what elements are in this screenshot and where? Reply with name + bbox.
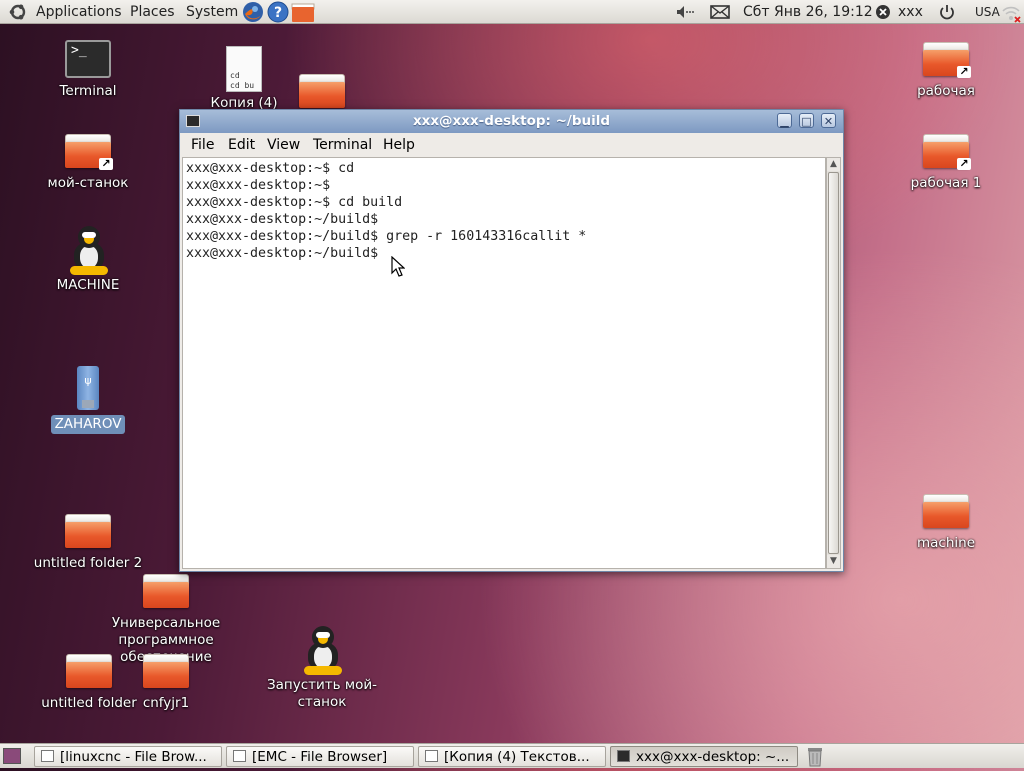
file-preview-line: cd bu <box>230 81 255 90</box>
maximize-button[interactable]: □ <box>799 113 814 128</box>
desktop-icon-untitled-folder-2[interactable]: untitled folder 2 <box>26 514 150 572</box>
desktop-icon-label: рабочая 1 <box>910 175 982 191</box>
taskbar-item-terminal[interactable]: xxx@xxx-desktop: ~... <box>610 746 798 767</box>
show-desktop-icon[interactable] <box>3 748 21 764</box>
window-title: xxx@xxx-desktop: ~/build <box>412 113 611 129</box>
mail-icon[interactable] <box>710 0 730 24</box>
power-icon[interactable] <box>937 0 957 24</box>
taskbar-item-emc[interactable]: [EMC - File Browser] <box>226 746 414 767</box>
desktop-icon-label: рабочая <box>917 83 975 99</box>
menu-file[interactable]: File <box>191 133 214 157</box>
terminal-text-area[interactable]: xxx@xxx-desktop:~$ cd xxx@xxx-desktop:~$… <box>182 157 826 569</box>
desktop-icon-machine-launcher[interactable]: MACHINE <box>40 226 136 294</box>
folder-icon <box>66 654 112 688</box>
desktop-icon-label: cnfyjr1 <box>142 695 190 711</box>
desktop-icon-label: machine <box>916 535 975 551</box>
folder-link-icon: ↗ <box>65 134 113 170</box>
taskbar-item-label: [EMC - File Browser] <box>252 749 388 765</box>
desktop-icon-rabochaya-1[interactable]: ↗ рабочая 1 <box>898 134 994 192</box>
desktop-icon-label: Terminal <box>59 83 117 99</box>
desktop-icon-label: MACHINE <box>56 277 120 293</box>
menu-help[interactable]: Help <box>383 133 415 157</box>
help-icon[interactable]: ? <box>267 0 289 24</box>
home-folder-icon[interactable] <box>291 0 315 24</box>
folder-icon <box>143 574 189 608</box>
scroll-down-arrow-icon[interactable]: ▼ <box>827 555 840 568</box>
volume-icon[interactable] <box>674 0 696 24</box>
scrollbar-thumb[interactable] <box>828 172 839 554</box>
desktop-icon-terminal[interactable]: >_ Terminal <box>40 40 136 100</box>
desktop-icon-moy-stanok[interactable]: ↗ мой-станок <box>30 134 146 192</box>
folder-icon <box>299 74 345 108</box>
terminal-window[interactable]: xxx@xxx-desktop: ~/build ▁ □ ✕ File Edit… <box>179 109 844 572</box>
menu-terminal[interactable]: Terminal <box>313 133 372 157</box>
taskbar-item-label: xxx@xxx-desktop: ~... <box>636 749 790 765</box>
file-preview-line: cd <box>230 71 240 80</box>
terminal-icon <box>617 750 630 762</box>
folder-link-icon: ↗ <box>923 134 971 170</box>
folder-icon <box>923 494 969 528</box>
menu-view[interactable]: View <box>267 133 300 157</box>
text-editor-icon <box>425 750 438 762</box>
keyboard-layout[interactable]: USA <box>975 0 1000 24</box>
clock[interactable]: Сбт Янв 26, 19:12 <box>743 0 873 24</box>
desktop-icon-folder-hidden[interactable] <box>274 74 370 108</box>
svg-text:?: ? <box>274 5 282 21</box>
desktop-icon-machine-folder[interactable]: machine <box>898 494 994 552</box>
close-button[interactable]: ✕ <box>821 113 836 128</box>
desktop-icon-run-stanok[interactable]: Запустить мой-станок <box>262 626 382 711</box>
scroll-up-arrow-icon[interactable]: ▲ <box>827 158 840 171</box>
user-name[interactable]: xxx <box>898 0 923 24</box>
taskbar-item-text-editor[interactable]: [Копия (4) Текстов... <box>418 746 606 767</box>
desktop-icon-label: мой-станок <box>47 175 129 191</box>
usb-drive-icon: ψ <box>77 366 99 410</box>
desktop-icon-label: Запустить мой-станок <box>266 677 377 710</box>
desktop-icon-rabochaya[interactable]: ↗ рабочая <box>898 42 994 100</box>
network-icon[interactable] <box>1001 0 1021 24</box>
file-browser-icon <box>233 750 246 762</box>
folder-link-icon: ↗ <box>923 42 971 78</box>
desktop-icon-label: untitled folder 2 <box>33 555 143 571</box>
folder-icon <box>65 514 111 548</box>
applications-menu[interactable]: Applications <box>34 0 124 24</box>
terminal-app-icon: >_ <box>65 40 111 78</box>
user-status-icon[interactable] <box>874 0 892 24</box>
taskbar-item-linuxcnc[interactable]: [linuxcnc - File Brow... <box>34 746 222 767</box>
taskbar-item-label: [Копия (4) Текстов... <box>444 749 590 765</box>
trash-icon[interactable] <box>805 746 825 771</box>
terminal-menubar: File Edit View Terminal Help <box>180 133 843 157</box>
bottom-panel: [linuxcnc - File Brow... [EMC - File Bro… <box>0 743 1024 768</box>
desktop-icon-cnfyjr1[interactable]: cnfyjr1 <box>118 654 214 712</box>
mouse-pointer-icon <box>391 256 405 277</box>
ubuntu-logo-icon[interactable] <box>8 0 28 24</box>
desktop-icon-zaharov[interactable]: ψ ZAHAROV <box>40 366 136 434</box>
firefox-icon[interactable] <box>242 0 264 24</box>
terminal-output: xxx@xxx-desktop:~$ cd xxx@xxx-desktop:~$… <box>186 161 587 261</box>
menu-edit[interactable]: Edit <box>228 133 255 157</box>
text-file-icon: cd cd bu <box>226 46 262 92</box>
folder-icon <box>143 654 189 688</box>
desktop-icon-label-selected: ZAHAROV <box>50 415 126 434</box>
file-browser-icon <box>41 750 54 762</box>
places-menu[interactable]: Places <box>128 0 177 24</box>
window-titlebar[interactable]: xxx@xxx-desktop: ~/build ▁ □ ✕ <box>180 110 843 133</box>
minimize-button[interactable]: ▁ <box>777 113 792 128</box>
system-menu[interactable]: System <box>184 0 240 24</box>
tux-penguin-icon <box>300 626 344 676</box>
vertical-scrollbar[interactable]: ▲ ▼ <box>826 157 841 569</box>
tux-penguin-icon <box>66 226 110 276</box>
top-panel: Applications Places System ? Сбт Янв 26,… <box>0 0 1024 24</box>
taskbar-item-label: [linuxcnc - File Brow... <box>60 749 207 765</box>
